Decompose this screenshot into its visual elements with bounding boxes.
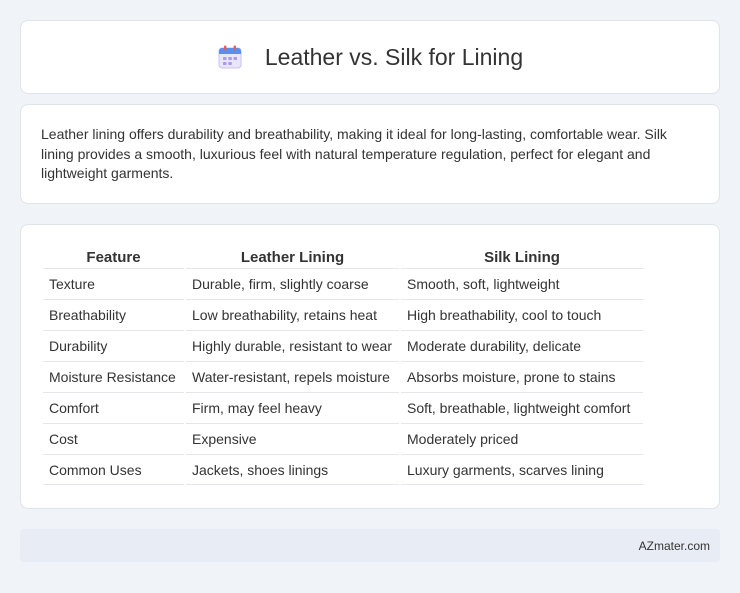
comparison-table: Feature Leather Lining Silk Lining Textu… (41, 245, 645, 485)
leather-cell: Water-resistant, repels moisture (186, 361, 399, 392)
table-row: Breathability Low breathability, retains… (43, 299, 643, 330)
table-row: Texture Durable, firm, slightly coarse S… (43, 268, 643, 299)
header-silk-lining: Silk Lining (484, 249, 560, 266)
page-title: Leather vs. Silk for Lining (264, 43, 524, 70)
header-leather-lining: Leather Lining (240, 249, 345, 266)
intro-paragraph: Leather lining offers durability and bre… (41, 126, 667, 181)
leather-cell: Jackets, shoes linings (186, 454, 399, 485)
silk-cell: Smooth, soft, lightweight (401, 268, 643, 299)
silk-cell: Soft, breathable, lightweight comfort (401, 392, 643, 423)
intro-card: Leather lining offers durability and bre… (20, 104, 720, 204)
feature-cell: Breathability (43, 299, 184, 330)
calendar-icon (217, 44, 243, 70)
table-row: Comfort Firm, may feel heavy Soft, breat… (43, 392, 643, 423)
comparison-card: Feature Leather Lining Silk Lining Textu… (20, 224, 720, 509)
silk-cell: Luxury garments, scarves lining (401, 454, 643, 485)
feature-cell: Cost (43, 423, 184, 454)
table-row: Durability Highly durable, resistant to … (43, 330, 643, 361)
footer-bar: AZmater.com (20, 529, 720, 562)
header-feature: Feature (86, 249, 141, 266)
leather-cell: Low breathability, retains heat (186, 299, 399, 330)
table-row: Moisture Resistance Water-resistant, rep… (43, 361, 643, 392)
feature-cell: Common Uses (43, 454, 184, 485)
leather-cell: Firm, may feel heavy (186, 392, 399, 423)
leather-cell: Durable, firm, slightly coarse (186, 268, 399, 299)
leather-cell: Highly durable, resistant to wear (186, 330, 399, 361)
feature-cell: Durability (43, 330, 184, 361)
silk-cell: High breathability, cool to touch (401, 299, 643, 330)
title-card: Leather vs. Silk for Lining (20, 20, 720, 94)
table-row: Cost Expensive Moderately priced (43, 423, 643, 454)
feature-cell: Moisture Resistance (43, 361, 184, 392)
silk-cell: Moderate durability, delicate (401, 330, 643, 361)
leather-cell: Expensive (186, 423, 399, 454)
feature-cell: Comfort (43, 392, 184, 423)
feature-cell: Texture (43, 268, 184, 299)
table-row: Common Uses Jackets, shoes linings Luxur… (43, 454, 643, 485)
silk-cell: Absorbs moisture, prone to stains (401, 361, 643, 392)
table-header-row: Feature Leather Lining Silk Lining (43, 245, 643, 268)
silk-cell: Moderately priced (401, 423, 643, 454)
footer-site-link[interactable]: AZmater.com (639, 539, 710, 553)
